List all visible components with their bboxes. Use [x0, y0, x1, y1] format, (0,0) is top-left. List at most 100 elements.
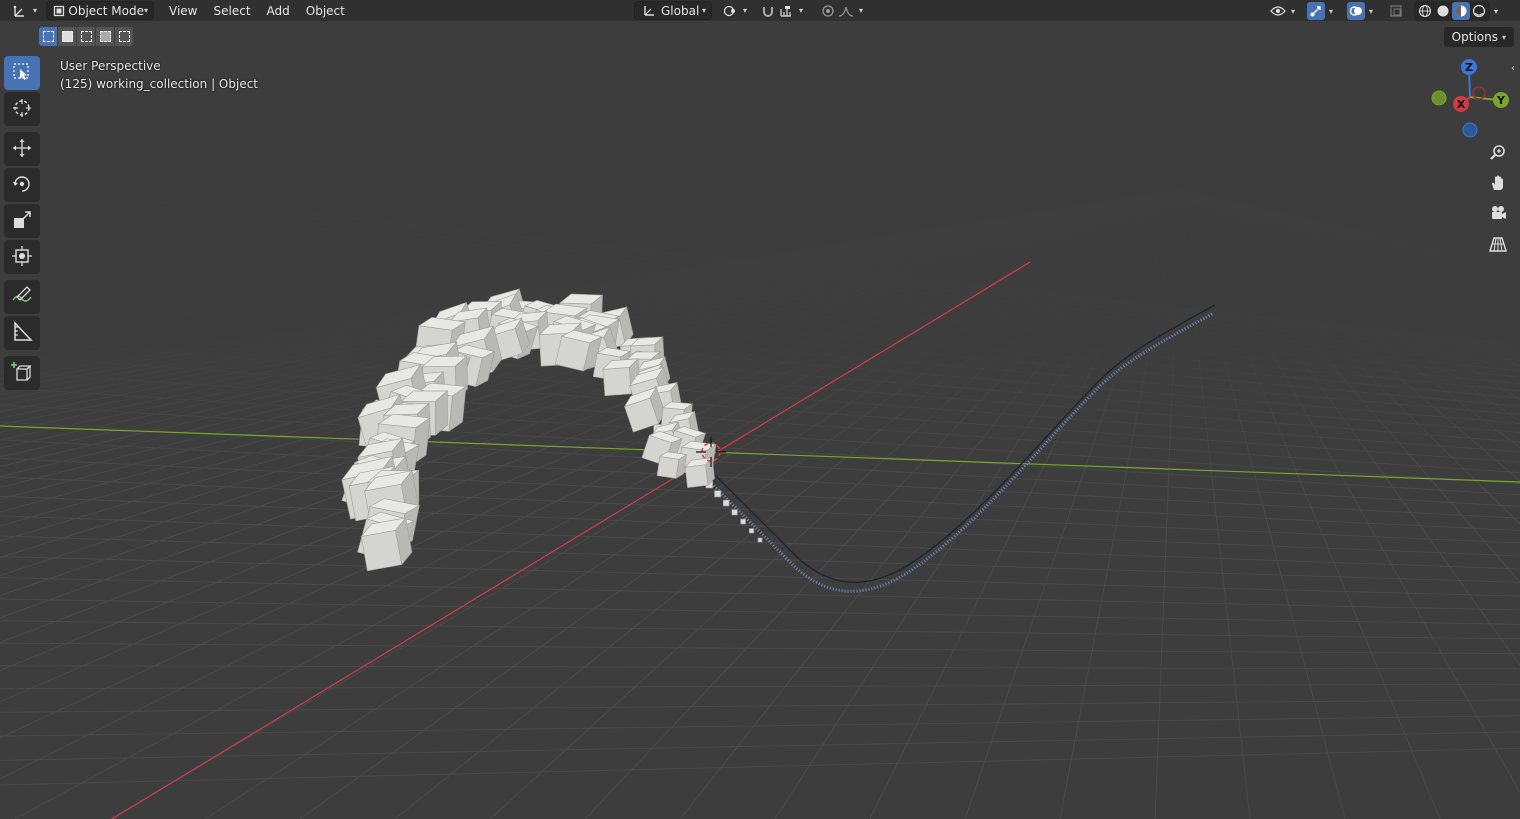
overlay-icon — [1347, 2, 1366, 20]
select-box-icon — [12, 62, 32, 85]
select-new-icon[interactable] — [39, 27, 58, 46]
menu-view[interactable]: View — [161, 0, 205, 21]
menu-select[interactable]: Select — [206, 0, 259, 21]
orientation-icon — [640, 2, 658, 20]
cube-face — [360, 529, 403, 572]
negative-z-handle[interactable] — [1462, 122, 1478, 138]
solid-icon[interactable] — [1434, 2, 1452, 20]
select-subtract-icon[interactable] — [77, 27, 96, 46]
wireframe-icon[interactable] — [1416, 2, 1434, 20]
gizmo-toggle[interactable]: ▾ — [1302, 2, 1338, 21]
chevron-down-icon: ▾ — [799, 6, 804, 15]
snap-increment-icon — [777, 2, 795, 20]
small-cube — [740, 518, 746, 525]
tool-add-cube[interactable] — [4, 356, 40, 390]
tool-annotate[interactable] — [4, 280, 40, 314]
overlay-toggle[interactable]: ▾ — [1342, 2, 1378, 21]
transform-icon — [11, 245, 33, 270]
negative-y-handle[interactable] — [1431, 90, 1447, 106]
shading-dropdown-chevron-icon[interactable]: ▾ — [1494, 7, 1498, 16]
material-preview-icon[interactable] — [1452, 2, 1471, 20]
snap-toggle[interactable]: ▾ — [754, 1, 808, 20]
chevron-down-icon: ▾ — [1291, 6, 1296, 16]
zoom-icon — [1489, 144, 1507, 165]
camera-view-button[interactable] — [1486, 202, 1510, 226]
gizmo-icon — [1307, 2, 1326, 20]
header-menus: View Select Add Object — [161, 0, 353, 21]
zoom-button[interactable] — [1486, 142, 1510, 166]
3d-viewport[interactable] — [0, 0, 1520, 819]
visibility-dropdown[interactable]: ▾ — [1264, 2, 1300, 21]
measure-icon — [11, 320, 33, 346]
mode-label: Object Mode — [68, 3, 144, 18]
viewport-info-overlay: User Perspective (125) working_collectio… — [60, 57, 258, 93]
hand-icon — [1489, 174, 1507, 195]
options-dropdown[interactable]: Options ▾ — [1443, 27, 1514, 47]
projection-toggle-button[interactable] — [1486, 233, 1510, 257]
tool-measure[interactable] — [4, 316, 40, 350]
tool-select-box[interactable] — [4, 56, 40, 90]
small-cube — [757, 537, 763, 543]
select-intersect-icon[interactable] — [115, 27, 134, 46]
chevron-down-icon: ▾ — [1369, 6, 1374, 16]
magnet-icon — [759, 2, 777, 20]
chevron-down-icon: ▾ — [33, 6, 38, 15]
cube-face — [684, 464, 709, 488]
navigation-gizmo[interactable]: Z Y X — [1426, 56, 1516, 146]
pivot-point-dropdown[interactable]: ▾ — [716, 1, 752, 20]
proportional-edit-toggle[interactable]: ▾ — [814, 1, 868, 20]
xray-icon — [1387, 2, 1405, 20]
tool-scale[interactable] — [4, 204, 40, 238]
cube-face — [656, 456, 680, 479]
camera-icon — [1489, 204, 1507, 225]
tool-rotate[interactable] — [4, 168, 40, 202]
viewport-header: ▾ Object Mode ▾ View Select Add Object G… — [0, 0, 1520, 21]
annotate-icon — [11, 285, 33, 310]
axis-icon — [11, 2, 29, 20]
move-icon — [11, 137, 33, 162]
small-cube — [749, 528, 755, 534]
select-difference-icon[interactable] — [96, 27, 115, 46]
chevron-down-icon: ▾ — [1501, 32, 1506, 42]
chevron-down-icon: ▾ — [743, 6, 748, 15]
pivot-icon — [721, 2, 739, 20]
tool-move[interactable] — [4, 132, 40, 166]
chevron-down-icon: ▾ — [701, 6, 706, 15]
tool-shelf — [4, 56, 42, 392]
viewport-scene — [0, 0, 1520, 819]
chevron-down-icon: ▾ — [1329, 6, 1334, 16]
selection-mode-group — [39, 27, 134, 47]
menu-add[interactable]: Add — [259, 0, 298, 21]
tool-cursor[interactable] — [4, 92, 40, 126]
eye-icon — [1269, 2, 1287, 20]
pan-button[interactable] — [1486, 172, 1510, 196]
header-right-tools: ▾ ▾ ▾ ▾ — [1264, 1, 1498, 21]
y-axis-label: Y — [1496, 94, 1506, 107]
collection-label: (125) working_collection | Object — [60, 77, 259, 91]
transform-orientation-dropdown[interactable]: Global ▾ — [634, 1, 712, 20]
small-cube — [731, 509, 738, 516]
object-mode-icon — [52, 2, 65, 20]
tool-transform[interactable] — [4, 240, 40, 274]
add-cube-icon — [11, 361, 33, 386]
xray-toggle[interactable] — [1382, 2, 1410, 21]
rotate-icon — [11, 173, 33, 198]
options-label: Options — [1451, 30, 1498, 44]
scale-icon — [11, 209, 33, 234]
rendered-icon[interactable] — [1470, 2, 1488, 20]
sidebar-toggle-chevron-icon[interactable]: ‹ — [1511, 63, 1515, 74]
mode-dropdown[interactable]: Object Mode ▾ — [46, 1, 155, 20]
proportional-edit-icon — [819, 2, 837, 20]
chevron-down-icon: ▾ — [859, 6, 864, 15]
header-center-tools: Global ▾ ▾ ▾ ▾ — [634, 1, 868, 20]
x-axis-label: X — [1457, 98, 1466, 111]
z-axis-label: Z — [1465, 61, 1473, 74]
small-cube — [714, 490, 722, 498]
grid-icon — [1489, 235, 1507, 256]
editor-type-button[interactable]: ▾ — [6, 1, 42, 20]
menu-object[interactable]: Object — [298, 0, 353, 21]
shading-mode-group — [1414, 1, 1491, 21]
horizon-fog — [0, 0, 1520, 819]
perspective-label: User Perspective — [60, 59, 161, 73]
select-extend-icon[interactable] — [58, 27, 77, 46]
